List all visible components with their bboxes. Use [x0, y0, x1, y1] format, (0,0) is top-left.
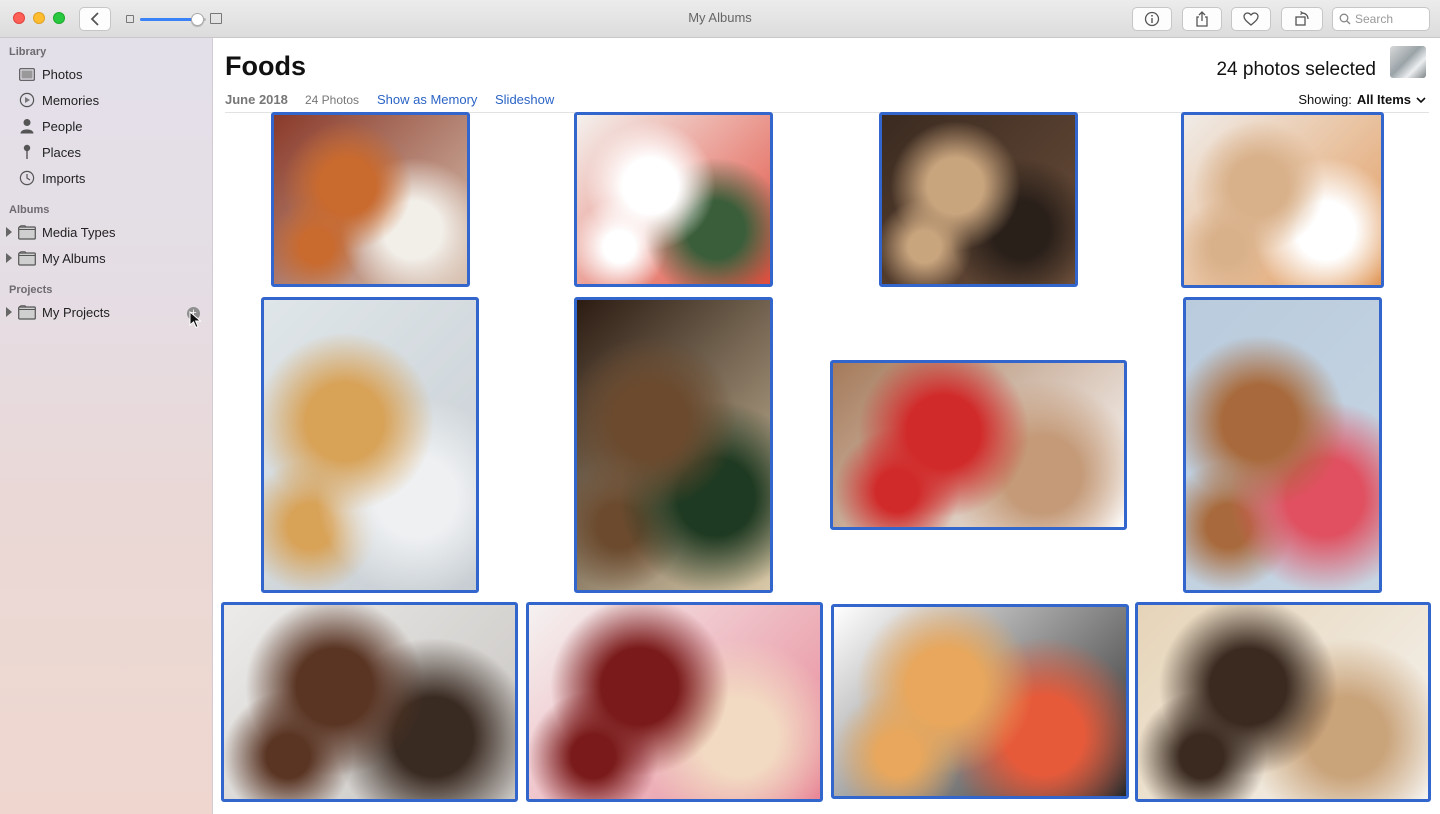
search-field[interactable]	[1332, 7, 1430, 31]
showing-label: Showing:	[1298, 92, 1352, 107]
disclosure-triangle-icon[interactable]	[6, 307, 12, 317]
people-icon	[18, 118, 36, 134]
sidebar-header-projects: Projects	[9, 284, 53, 296]
photo-image	[1184, 115, 1381, 285]
sidebar-item-label: Photos	[42, 67, 83, 82]
photo-pancake-stack-honey[interactable]	[261, 297, 479, 593]
photo-strawberry-popsicles[interactable]	[526, 602, 823, 802]
info-icon	[1144, 11, 1160, 27]
sidebar-item-people[interactable]: People	[0, 114, 212, 138]
photo-cookies-cooling-rack[interactable]	[221, 602, 518, 802]
sidebar-header-albums: Albums	[9, 204, 50, 216]
sidebar-item-label: Imports	[42, 171, 86, 186]
share-button[interactable]	[1182, 7, 1222, 31]
photo-image	[577, 115, 770, 284]
sidebar-item-media-types[interactable]: Media Types	[0, 220, 212, 244]
sidebar-item-photos[interactable]: Photos	[0, 62, 212, 86]
sidebar-item-my-projects[interactable]: My Projects	[0, 300, 212, 324]
sidebar-item-label: People	[42, 119, 83, 134]
mouse-cursor-icon	[189, 311, 202, 329]
search-input[interactable]	[1355, 12, 1425, 26]
selection-count: 24 photos selected	[1216, 59, 1376, 80]
showing-value: All Items	[1356, 92, 1411, 107]
photo-ice-cream-bars-tray[interactable]	[1135, 602, 1431, 802]
chevron-down-icon	[1416, 97, 1426, 104]
sidebar-item-label: My Projects	[42, 305, 110, 320]
disclosure-triangle-icon[interactable]	[6, 253, 12, 263]
sidebar-item-places[interactable]: Places	[0, 140, 212, 164]
photo-image	[264, 300, 476, 590]
sidebar-item-label: Memories	[42, 93, 100, 108]
memories-icon	[18, 92, 36, 108]
photo-donuts-and-candy[interactable]	[831, 604, 1129, 799]
sidebar-item-label: My Albums	[42, 251, 106, 266]
folder-icon	[18, 304, 36, 320]
photo-image	[274, 115, 467, 284]
sidebar-item-label: Places	[42, 145, 82, 160]
photo-latte-art-pastry[interactable]	[879, 112, 1078, 287]
sidebar-header-library: Library	[9, 46, 47, 58]
photo-image	[577, 300, 770, 590]
photo-freakshake-popcorn[interactable]	[1183, 297, 1382, 593]
photo-image	[833, 363, 1124, 527]
imports-icon	[18, 170, 36, 186]
photo-strawberry-yogurt-jars[interactable]	[574, 112, 773, 287]
photo-orange-macarons[interactable]	[1181, 112, 1384, 288]
photo-image	[529, 605, 820, 799]
album-view: Foods 24 photos selected June 2018 24 Ph…	[214, 38, 1440, 814]
slideshow-link[interactable]: Slideshow	[495, 92, 554, 107]
disclosure-triangle-icon[interactable]	[6, 227, 12, 237]
photo-image	[882, 115, 1075, 284]
photo-french-toast-strawberries[interactable]	[271, 112, 470, 287]
sidebar-item-memories[interactable]: Memories	[0, 88, 212, 112]
heart-icon	[1243, 12, 1259, 26]
photo-image	[224, 605, 515, 799]
showing-filter[interactable]: Showing: All Items	[1298, 92, 1426, 108]
places-icon	[18, 144, 36, 160]
title-bar: My Albums	[0, 0, 1440, 38]
show-as-memory-link[interactable]: Show as Memory	[377, 92, 477, 107]
share-icon	[1196, 10, 1208, 27]
search-icon	[1339, 13, 1351, 25]
photo-image	[1138, 605, 1428, 799]
info-button[interactable]	[1132, 7, 1172, 31]
window-title: My Albums	[688, 10, 752, 25]
rotate-button[interactable]	[1281, 7, 1323, 31]
rotate-icon	[1295, 11, 1309, 26]
photo-lemon-cake-plate[interactable]	[574, 297, 773, 593]
folder-icon	[18, 250, 36, 266]
sidebar-item-my-albums[interactable]: My Albums	[0, 246, 212, 270]
album-date: June 2018	[225, 92, 288, 107]
photos-icon	[18, 66, 36, 82]
album-title: Foods	[225, 51, 306, 81]
folder-icon	[18, 224, 36, 240]
sidebar-item-imports[interactable]: Imports	[0, 166, 212, 190]
album-key-photo[interactable]	[1390, 46, 1426, 78]
sidebar: Library Photos Memories People Places Im…	[0, 38, 213, 814]
sidebar-item-label: Media Types	[42, 225, 116, 240]
photo-image	[1186, 300, 1379, 590]
photo-raspberries-in-cup[interactable]	[830, 360, 1127, 530]
photo-image	[834, 607, 1126, 796]
favorite-button[interactable]	[1231, 7, 1271, 31]
album-photo-count: 24 Photos	[305, 93, 360, 107]
